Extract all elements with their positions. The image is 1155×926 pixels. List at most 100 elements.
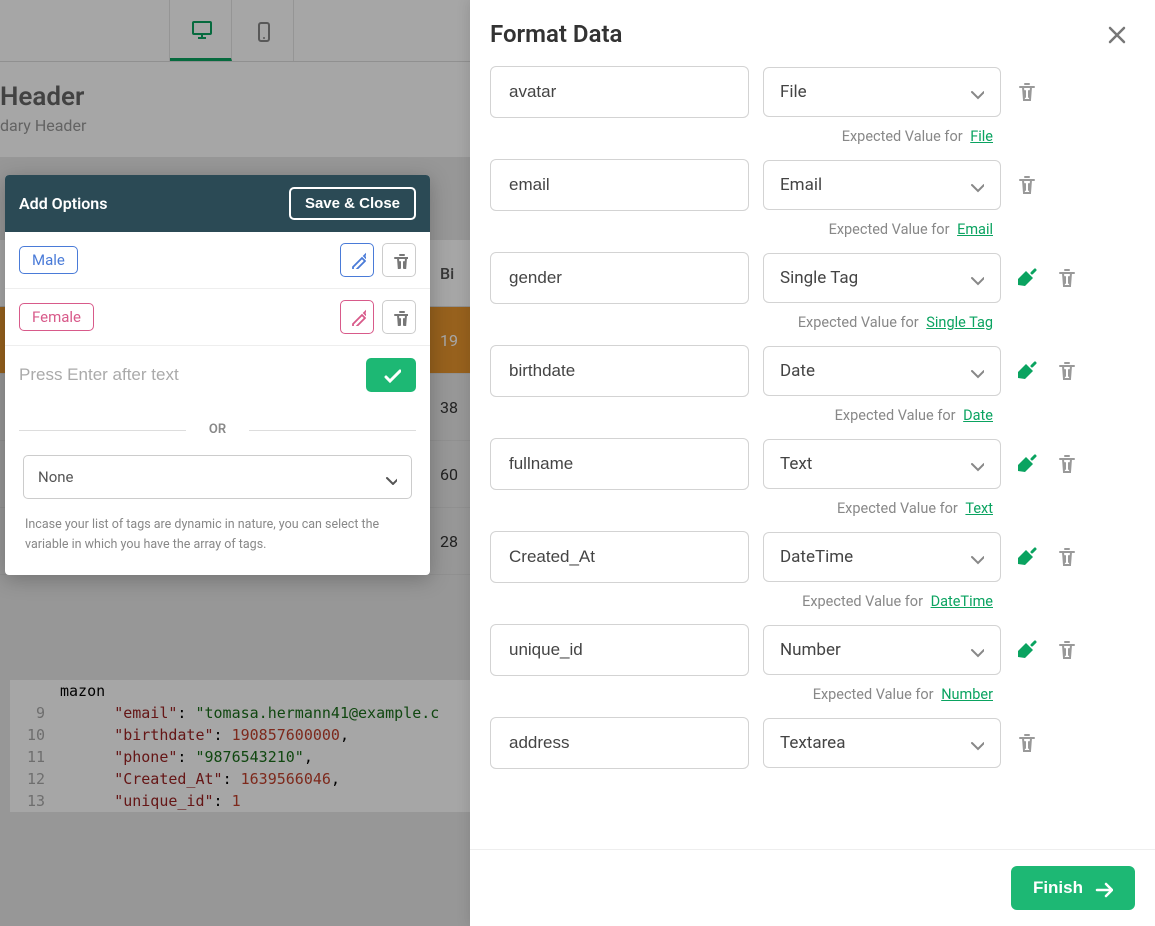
field-type-value: Textarea bbox=[780, 733, 845, 753]
field-actions bbox=[1015, 173, 1039, 197]
delete-field-button[interactable] bbox=[1055, 359, 1079, 383]
color-picker-button[interactable] bbox=[340, 300, 374, 334]
trash-icon bbox=[390, 251, 408, 269]
delete-field-button[interactable] bbox=[1055, 452, 1079, 476]
field-name-input[interactable] bbox=[490, 159, 749, 211]
option-tag: Female bbox=[19, 303, 94, 331]
color-picker-button[interactable] bbox=[340, 243, 374, 277]
eyedropper-icon bbox=[348, 251, 366, 269]
option-text-input[interactable] bbox=[19, 365, 356, 385]
paint-icon bbox=[1015, 451, 1041, 477]
delete-option-button[interactable] bbox=[382, 243, 416, 277]
field-group: Number Expected Value for Number bbox=[490, 624, 1135, 703]
expected-value-label: Expected Value for Date bbox=[490, 407, 1135, 424]
chevron-down-icon bbox=[966, 269, 984, 287]
field-type-value: Text bbox=[780, 454, 812, 474]
trash-icon bbox=[1055, 452, 1079, 476]
finish-button[interactable]: Finish bbox=[1011, 866, 1135, 910]
expected-value-link[interactable]: Number bbox=[941, 686, 993, 703]
field-type-select[interactable]: Number bbox=[763, 625, 1001, 675]
expected-value-link[interactable]: File bbox=[970, 128, 993, 145]
trash-icon bbox=[1055, 638, 1079, 662]
delete-field-button[interactable] bbox=[1055, 545, 1079, 569]
field-name-input[interactable] bbox=[490, 66, 749, 118]
delete-option-button[interactable] bbox=[382, 300, 416, 334]
field-actions bbox=[1015, 451, 1079, 477]
chevron-down-icon bbox=[966, 176, 984, 194]
finish-button-label: Finish bbox=[1033, 878, 1083, 898]
expected-value-link[interactable]: Text bbox=[965, 500, 993, 517]
field-type-select[interactable]: Date bbox=[763, 346, 1001, 396]
trash-icon bbox=[1015, 731, 1039, 755]
field-name-input[interactable] bbox=[490, 345, 749, 397]
field-type-select[interactable]: Textarea bbox=[763, 718, 1001, 768]
or-divider: OR bbox=[19, 422, 416, 437]
format-paint-button[interactable] bbox=[1015, 358, 1041, 384]
format-paint-button[interactable] bbox=[1015, 451, 1041, 477]
field-type-select[interactable]: Text bbox=[763, 439, 1001, 489]
paint-icon bbox=[1015, 265, 1041, 291]
field-type-select[interactable]: Single Tag bbox=[763, 253, 1001, 303]
popup-header: Add Options Save & Close bbox=[5, 175, 430, 232]
expected-value-link[interactable]: Email bbox=[957, 221, 993, 238]
field-actions bbox=[1015, 358, 1079, 384]
field-name-input[interactable] bbox=[490, 438, 749, 490]
field-type-value: Single Tag bbox=[780, 268, 858, 288]
chevron-down-icon bbox=[381, 469, 397, 485]
expected-value-link[interactable]: Single Tag bbox=[926, 314, 993, 331]
expected-value-link[interactable]: Date bbox=[963, 407, 993, 424]
hint-text: Incase your list of tags are dynamic in … bbox=[5, 515, 430, 575]
option-row: Female bbox=[5, 289, 430, 346]
format-paint-button[interactable] bbox=[1015, 544, 1041, 570]
check-icon bbox=[381, 365, 401, 385]
variable-select-value: None bbox=[38, 468, 74, 486]
field-name-input[interactable] bbox=[490, 717, 749, 769]
panel-header: Format Data bbox=[470, 0, 1155, 62]
trash-icon bbox=[390, 308, 408, 326]
delete-field-button[interactable] bbox=[1015, 173, 1039, 197]
field-type-value: File bbox=[780, 82, 807, 102]
field-type-value: DateTime bbox=[780, 547, 853, 567]
expected-value-label: Expected Value for Email bbox=[490, 221, 1135, 238]
format-data-panel: Format Data File Expected Value for File… bbox=[470, 0, 1155, 926]
delete-field-button[interactable] bbox=[1015, 731, 1039, 755]
field-group: DateTime Expected Value for DateTime bbox=[490, 531, 1135, 610]
chevron-down-icon bbox=[966, 548, 984, 566]
format-paint-button[interactable] bbox=[1015, 637, 1041, 663]
trash-icon bbox=[1015, 173, 1039, 197]
expected-value-label: Expected Value for Single Tag bbox=[490, 314, 1135, 331]
expected-value-link[interactable]: DateTime bbox=[931, 593, 993, 610]
paint-icon bbox=[1015, 637, 1041, 663]
trash-icon bbox=[1055, 545, 1079, 569]
field-type-value: Email bbox=[780, 175, 822, 195]
format-paint-button[interactable] bbox=[1015, 265, 1041, 291]
trash-icon bbox=[1015, 80, 1039, 104]
arrow-right-icon bbox=[1093, 878, 1113, 898]
add-options-popup: Add Options Save & Close Male Female OR … bbox=[5, 175, 430, 575]
chevron-down-icon bbox=[966, 734, 984, 752]
field-group: Date Expected Value for Date bbox=[490, 345, 1135, 424]
delete-field-button[interactable] bbox=[1055, 266, 1079, 290]
chevron-down-icon bbox=[966, 641, 984, 659]
panel-footer: Finish bbox=[470, 849, 1155, 926]
field-type-value: Number bbox=[780, 640, 841, 660]
field-type-select[interactable]: Email bbox=[763, 160, 1001, 210]
confirm-option-button[interactable] bbox=[366, 358, 416, 392]
delete-field-button[interactable] bbox=[1015, 80, 1039, 104]
save-close-button[interactable]: Save & Close bbox=[289, 187, 416, 220]
close-panel-button[interactable] bbox=[1105, 23, 1127, 45]
expected-value-label: Expected Value for Number bbox=[490, 686, 1135, 703]
chevron-down-icon bbox=[966, 362, 984, 380]
variable-select[interactable]: None bbox=[23, 455, 412, 499]
field-type-select[interactable]: File bbox=[763, 67, 1001, 117]
field-name-input[interactable] bbox=[490, 531, 749, 583]
field-name-input[interactable] bbox=[490, 624, 749, 676]
field-group: Single Tag Expected Value for Single Tag bbox=[490, 252, 1135, 331]
delete-field-button[interactable] bbox=[1055, 638, 1079, 662]
field-name-input[interactable] bbox=[490, 252, 749, 304]
field-actions bbox=[1015, 265, 1079, 291]
field-type-select[interactable]: DateTime bbox=[763, 532, 1001, 582]
option-row: Male bbox=[5, 232, 430, 289]
option-tag: Male bbox=[19, 246, 78, 274]
panel-title: Format Data bbox=[490, 20, 622, 48]
